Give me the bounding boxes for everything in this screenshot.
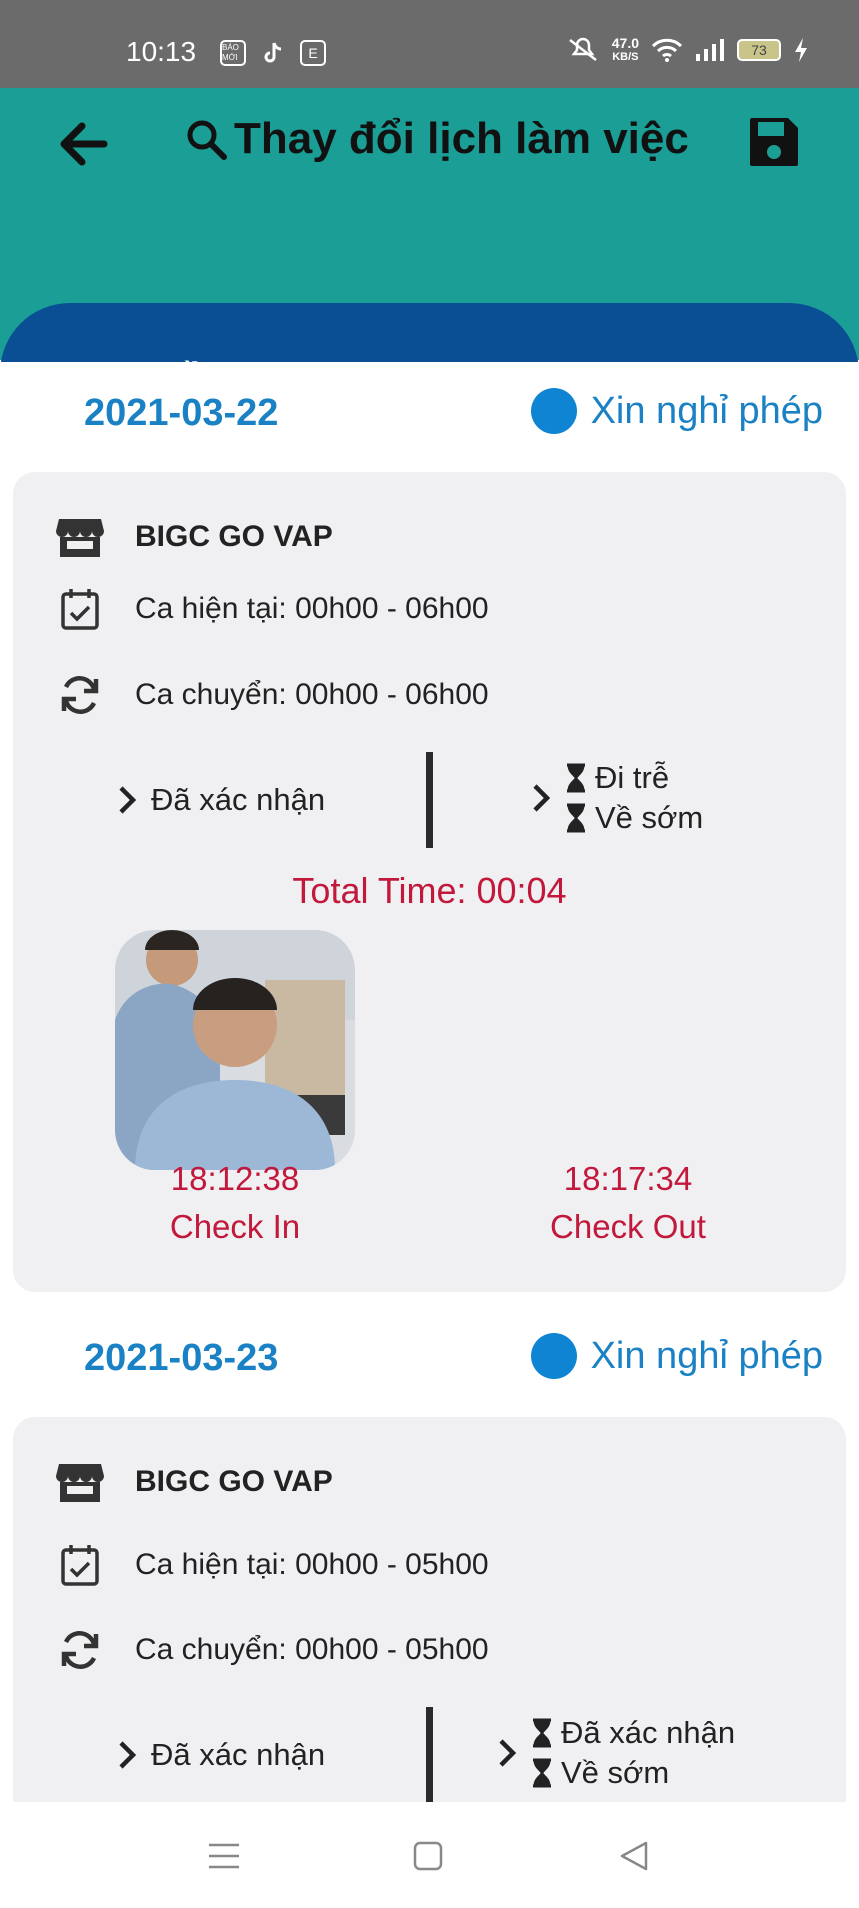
confirm-status: Đã xác nhận [151,1737,326,1772]
wifi-icon [651,38,683,62]
divider [426,752,433,848]
tiktok-app-icon [260,40,286,66]
confirm-status-button[interactable]: Đã xác nhận [117,1737,325,1773]
battery-indicator: 73 [737,39,781,61]
hourglass-icon [567,803,585,833]
check-out-label: Check Out [550,1208,706,1245]
calendar-check-icon [55,584,105,634]
day-header: 2021-03-23 Xin nghỉ phép [0,1307,859,1417]
chevron-right-icon [499,1739,517,1767]
flag-item: Đi trễ [565,760,703,796]
current-shift: Ca hiện tại: 00h00 - 06h00 [135,592,489,625]
menu-icon [209,1843,239,1869]
confirm-status-button[interactable]: Đã xác nhận [117,782,325,818]
day-date: 2021-03-23 [84,1337,279,1379]
leave-request-toggle[interactable]: Xin nghỉ phép [530,388,823,434]
day-date: 2021-03-22 [84,392,279,434]
chevron-right-icon [119,1741,137,1769]
page-title: Thay đổi lịch làm việc [234,114,689,163]
hourglass-icon [533,1718,551,1748]
transfer-shift-row: Ca chuyển: 00h00 - 05h00 [55,1625,489,1675]
status-block: Đã xác nhận Đã xác nhận Về sớm [13,1707,846,1802]
current-shift-row: Ca hiện tại: 00h00 - 06h00 [55,584,489,634]
current-shift-row: Ca hiện tại: 00h00 - 05h00 [55,1540,489,1590]
signal-icon [696,39,724,61]
menu-button[interactable] [202,1834,246,1878]
attendance-flags-button[interactable]: Đã xác nhận Về sớm [497,1715,735,1791]
status-app-icons: BÁO MỚI E [220,40,326,66]
attendance-flags-button[interactable]: Đi trễ Về sớm [531,760,703,836]
sync-icon [55,1625,105,1675]
check-in-label: Check In [169,1208,301,1245]
radio-icon [530,1333,577,1379]
check-in-time: 18:12:38 [170,1160,300,1197]
home-icon [413,1841,443,1871]
calendar-check-icon [55,1540,105,1590]
transfer-shift: Ca chuyển: 00h00 - 06h00 [135,678,489,711]
flag-item: Về sớm [565,800,703,836]
sync-icon [55,670,105,720]
store-name: BIGC GO VAP [135,1465,333,1498]
store-icon [55,512,105,562]
divider [426,1707,433,1802]
back-nav-button[interactable] [612,1834,656,1878]
day-header: 2021-03-22 Xin nghỉ phép [0,362,859,472]
confirm-status: Đã xác nhận [151,782,326,817]
shift-card: BIGC GO VAP Ca hiện tại: 00h00 - 05h00 C… [13,1417,846,1802]
search-icon[interactable] [184,117,228,161]
current-shift: Ca hiện tại: 00h00 - 05h00 [135,1548,489,1581]
app-header: Thay đổi lịch làm việc Tuần 13 (22/03/20… [0,88,859,450]
back-button[interactable] [52,112,116,176]
save-button[interactable] [746,114,806,174]
arrow-left-icon [60,122,108,166]
check-out-time: 18:17:34 [563,1160,693,1197]
status-time: 10:13 [126,36,197,67]
charging-icon [795,38,807,62]
back-triangle-icon [620,1841,648,1871]
store-icon [55,1457,105,1507]
flag-item: Đã xác nhận [531,1715,735,1751]
hourglass-icon [533,1758,551,1788]
radio-icon [530,388,577,434]
title-wrap: Thay đổi lịch làm việc [184,114,689,164]
transfer-shift-row: Ca chuyển: 00h00 - 06h00 [55,670,489,720]
store-name: BIGC GO VAP [135,520,333,553]
total-time: Total Time: 00:04 [292,870,567,911]
store-row: BIGC GO VAP [55,512,333,562]
schedule-list[interactable]: 2021-03-22 Xin nghỉ phép BIGC GO VAP Ca … [0,362,859,1802]
transfer-shift: Ca chuyển: 00h00 - 05h00 [135,1633,489,1666]
flags-list: Đi trễ Về sớm [565,760,703,836]
save-icon [750,118,798,166]
e-app-icon: E [300,40,326,66]
mute-icon [568,37,597,61]
chevron-right-icon [119,786,137,814]
status-indicators: 47.0 KB/S 73 [566,36,809,64]
network-speed: 47.0 KB/S [611,35,639,63]
system-nav-bar [0,1802,859,1908]
status-bar: 10:13 BÁO MỚI E 47.0 KB/S 73 [0,0,859,88]
leave-request-label: Xin nghỉ phép [590,389,823,432]
baomoi-app-icon: BÁO MỚI [220,40,246,66]
home-button[interactable] [406,1834,450,1878]
leave-request-toggle[interactable]: Xin nghỉ phép [530,1333,823,1379]
store-row: BIGC GO VAP [55,1457,333,1507]
chevron-right-icon [533,784,551,812]
check-in-photo[interactable] [115,930,355,1170]
flags-list: Đã xác nhận Về sớm [531,1715,735,1791]
flag-item: Về sớm [531,1755,735,1791]
status-block: Đã xác nhận Đi trễ Về sớm [13,752,846,852]
hourglass-icon [567,763,585,793]
leave-request-label: Xin nghỉ phép [590,1334,823,1377]
shift-card: BIGC GO VAP Ca hiện tại: 00h00 - 06h00 C… [13,472,846,1292]
